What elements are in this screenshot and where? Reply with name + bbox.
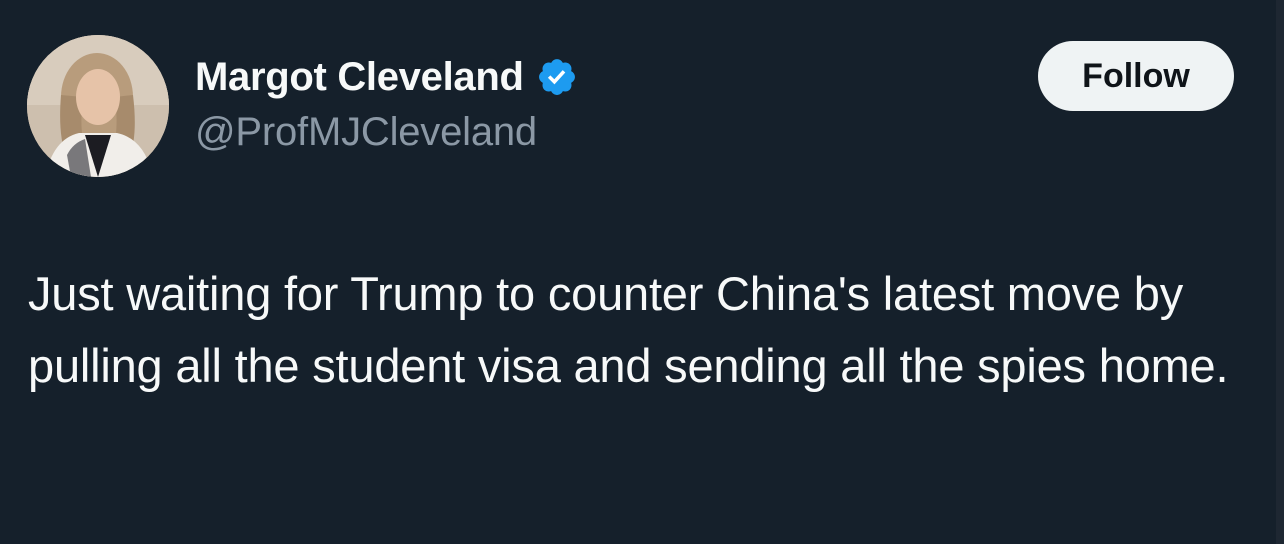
- tweet-card: Margot Cleveland @ProfMJCleveland Follow…: [0, 0, 1284, 544]
- follow-button[interactable]: Follow: [1038, 41, 1234, 111]
- scrollbar[interactable]: [1276, 0, 1284, 544]
- tweet-text: Just waiting for Trump to counter China'…: [28, 267, 1229, 392]
- author-avatar[interactable]: [27, 35, 169, 177]
- author-display-name[interactable]: Margot Cleveland: [195, 55, 524, 100]
- author-handle[interactable]: @ProfMJCleveland: [195, 110, 537, 155]
- avatar-photo: [27, 35, 169, 177]
- verified-badge-icon: [536, 56, 578, 98]
- author-name-row: Margot Cleveland: [195, 50, 578, 104]
